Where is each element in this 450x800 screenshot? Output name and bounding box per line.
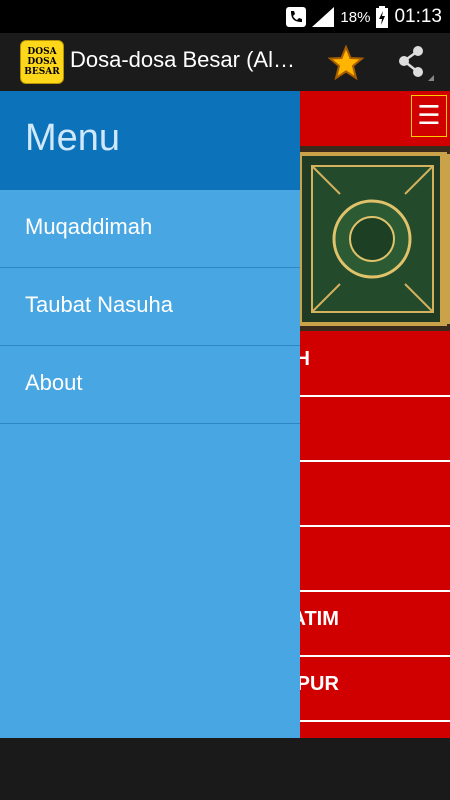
hamburger-menu-button[interactable]: ☰	[411, 95, 447, 137]
phone-call-icon	[286, 7, 307, 27]
favorite-button[interactable]	[327, 44, 365, 81]
app-icon-line: DOSA	[27, 47, 57, 57]
bottom-bar	[0, 738, 450, 800]
star-icon	[327, 44, 365, 81]
drawer-item-label: Taubat Nasuha	[25, 292, 173, 317]
drawer-item-muqaddimah[interactable]: Muqaddimah	[0, 190, 300, 268]
status-icons: 18% 01:13	[286, 4, 442, 30]
status-bar: 18% 01:13	[0, 0, 450, 33]
share-button[interactable]	[394, 45, 434, 81]
drawer-item-about[interactable]: About	[0, 346, 300, 424]
drawer-item-taubat-nasuha[interactable]: Taubat Nasuha	[0, 268, 300, 346]
drawer-header: Menu	[0, 91, 300, 190]
battery-charging-icon	[376, 6, 389, 28]
app-title: Dosa-dosa Besar (Al…	[70, 47, 295, 72]
share-icon	[399, 46, 434, 81]
hamburger-menu-icon: ☰	[417, 101, 441, 131]
clock: 01:13	[394, 6, 442, 27]
drawer-item-label: About	[25, 370, 83, 395]
app-icon-line: DOSA	[27, 57, 57, 67]
app-icon-line: BESAR	[24, 67, 60, 77]
action-bar: DOSA DOSA BESAR Dosa-dosa Besar (Al…	[0, 33, 450, 91]
navigation-drawer: Menu Muqaddimah Taubat Nasuha About	[0, 91, 300, 738]
drawer-title: Menu	[25, 117, 121, 159]
battery-percent: 18%	[340, 8, 371, 26]
app-icon[interactable]: DOSA DOSA BESAR	[20, 40, 64, 84]
signal-icon	[312, 7, 335, 27]
drawer-item-label: Muqaddimah	[25, 214, 153, 239]
